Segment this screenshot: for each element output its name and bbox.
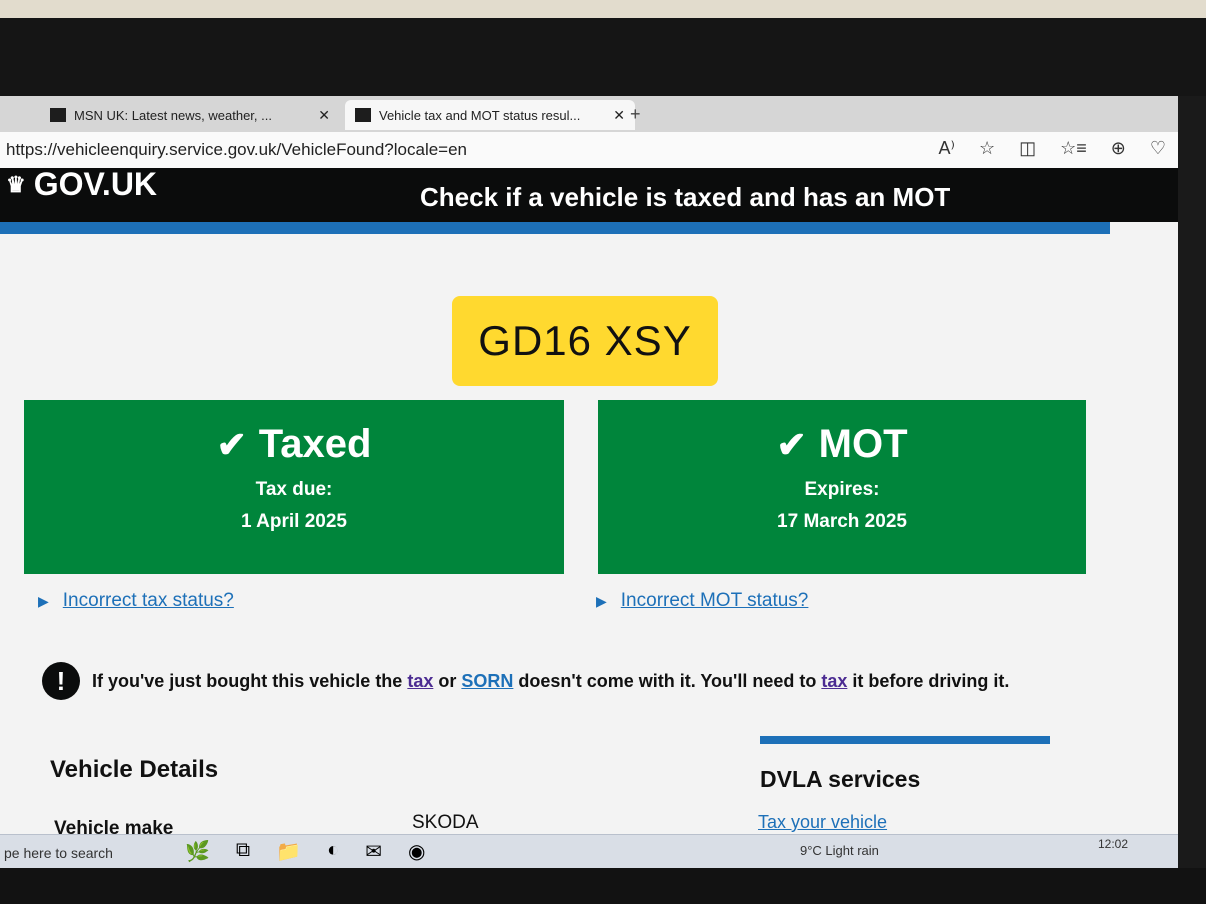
tab-label: MSN UK: Latest news, weather, ... [74,107,272,123]
warning-message: If you've just bought this vehicle the t… [92,671,1009,692]
mot-expires-label: Expires: [804,479,880,500]
taskbar-apps: 🌿 ⧉ 📁 ◐ ✉ ◉ [185,839,425,864]
triangle-right-icon: ▶ [596,592,607,609]
browser-tab-bar: MSN UK: Latest news, weather, ... ✕ Vehi… [0,96,1178,132]
tax-status-label: Taxed [258,422,372,466]
incorrect-mot-status-link[interactable]: ▶ Incorrect MOT status? [596,590,808,612]
tax-status-panel: ✔ Taxed Tax due: 1 April 2025 [24,400,564,574]
tax-your-vehicle-link[interactable]: Tax your vehicle [758,812,887,833]
browser-tab-vehicle[interactable]: Vehicle tax and MOT status resul... ✕ [345,100,635,130]
check-icon: ✔ [776,423,807,465]
close-icon[interactable]: ✕ [613,107,625,124]
taskbar-search-input[interactable]: pe here to search [0,839,174,867]
mail-icon[interactable]: ✉ [365,839,382,864]
monitor-bezel-right [1178,96,1206,904]
favorites-icon[interactable]: ☆≡ [1060,138,1087,159]
task-view-icon[interactable]: ⧉ [236,839,250,864]
chrome-icon[interactable]: ◉ [408,839,425,864]
warning-part: If you've just bought this vehicle the [92,670,403,691]
tax-due-label: Tax due: [255,479,333,500]
incorrect-tax-status-link[interactable]: ▶ Incorrect tax status? [38,590,234,612]
incorrect-tax-text[interactable]: Incorrect tax status? [63,590,234,612]
tax-status-heading: ✔ Taxed [24,422,564,467]
incorrect-mot-text[interactable]: Incorrect MOT status? [621,590,809,612]
tab-label: Vehicle tax and MOT status resul... [379,107,581,123]
read-aloud-icon[interactable]: A⁾ [939,138,955,159]
vehicle-make-value: SKODA [412,812,479,833]
browser-toolbar: A⁾ ☆ ◫ ☆≡ ⊕ ♡ [939,138,1178,159]
header-blue-bar [0,222,1110,234]
govuk-header: ♛ GOV.UK Check if a vehicle is taxed and… [0,166,1178,222]
collections-icon[interactable]: ⊕ [1111,138,1126,159]
sidebar-blue-bar [760,736,1050,744]
mot-status-label: MOT [818,422,908,466]
windows-taskbar: pe here to search 🌿 ⧉ 📁 ◐ ✉ ◉ 9°C Light … [0,834,1178,868]
exclamation-icon: ! [42,662,80,700]
mot-expiry-date: 17 March 2025 [777,511,907,532]
dvla-services-heading: DVLA services [760,766,921,792]
widgets-icon[interactable]: 🌿 [185,839,210,864]
warning-part: or [438,670,457,691]
tax-due-date: 1 April 2025 [241,511,347,532]
crown-favicon-icon [355,108,371,122]
mot-status-panel: ✔ MOT Expires: 17 March 2025 [598,400,1086,574]
msn-favicon-icon [50,108,66,122]
weather-widget[interactable]: 9°C Light rain [800,843,879,858]
system-clock[interactable]: 12:02 [1098,837,1128,851]
triangle-right-icon: ▶ [38,592,49,609]
url-field[interactable]: https://vehicleenquiry.service.gov.uk/Ve… [6,140,467,160]
browser-essentials-icon[interactable]: ♡ [1150,138,1166,159]
govuk-logo[interactable]: ♛ GOV.UK [6,166,157,203]
registration-plate: GD16 XSY [452,296,718,386]
monitor-bezel-top [0,18,1206,108]
file-explorer-icon[interactable]: 📁 [276,839,301,864]
edge-icon[interactable]: ◐ [327,839,339,864]
new-tab-icon[interactable]: + [630,104,641,125]
favorite-star-icon[interactable]: ☆ [979,138,995,159]
split-screen-icon[interactable]: ◫ [1019,138,1036,159]
warning-part: it before driving it. [852,670,1010,691]
close-icon[interactable]: ✕ [318,107,330,124]
sorn-link[interactable]: SORN [461,671,513,691]
warning-text: ! If you've just bought this vehicle the… [42,662,1009,700]
crown-icon: ♛ [6,171,26,197]
screen: MSN UK: Latest news, weather, ... ✕ Vehi… [0,96,1178,868]
mot-status-heading: ✔ MOT [598,422,1086,467]
tax-link[interactable]: tax [407,671,433,691]
check-icon: ✔ [216,423,247,465]
logo-text: GOV.UK [33,166,158,202]
vehicle-details-heading: Vehicle Details [50,756,219,783]
service-name[interactable]: Check if a vehicle is taxed and has an M… [420,182,950,213]
address-bar: https://vehicleenquiry.service.gov.uk/Ve… [0,132,1178,169]
monitor-bezel-bottom [0,868,1206,904]
warning-part: doesn't come with it. You'll need to [518,670,817,691]
tax-link[interactable]: tax [821,671,847,691]
browser-tab-msn[interactable]: MSN UK: Latest news, weather, ... ✕ [40,100,340,130]
